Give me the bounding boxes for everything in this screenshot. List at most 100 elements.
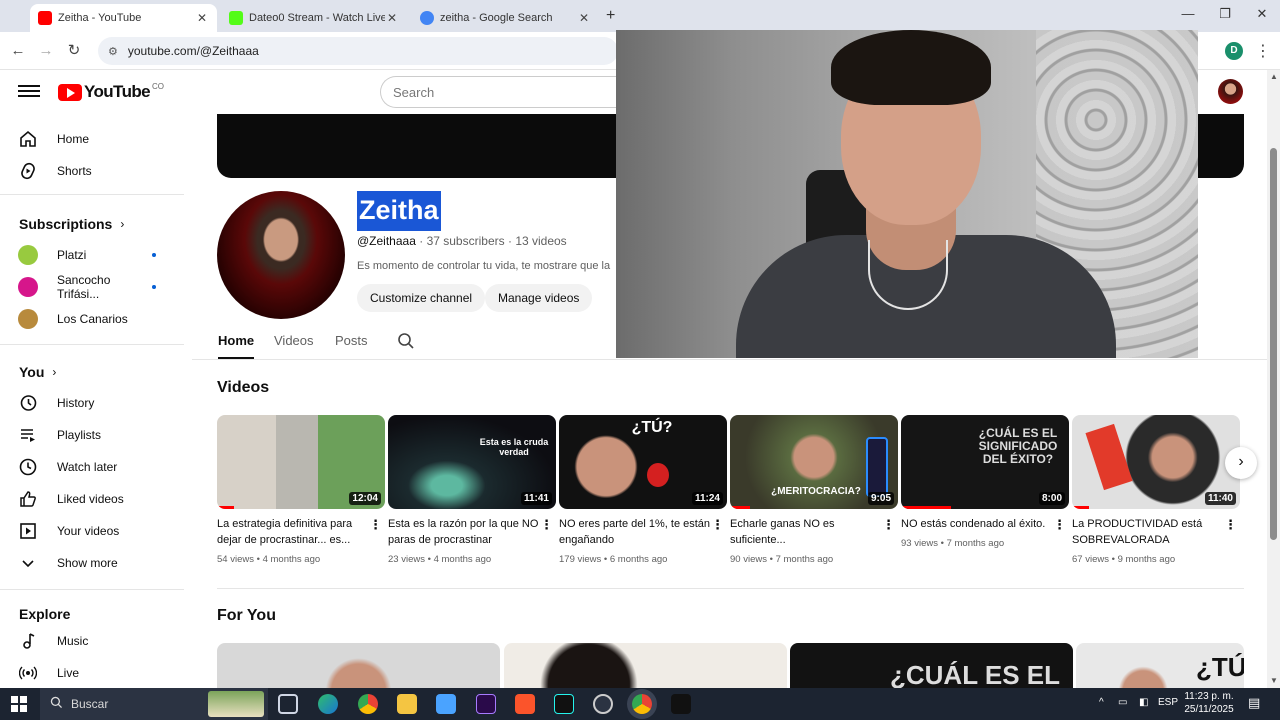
manage-videos-button[interactable]: Manage videos	[485, 284, 593, 312]
carousel-next-icon[interactable]: ›	[1225, 447, 1257, 479]
sidebar-item-liked-videos[interactable]: Liked videos	[0, 483, 180, 515]
taskbar-clock[interactable]: 11:23 p. m. 25/11/2025	[1180, 690, 1238, 716]
sidebar-item-music[interactable]: Music	[0, 625, 180, 657]
new-tab-button[interactable]: +	[606, 7, 615, 25]
video-card[interactable]: 12:04 La estrategia definitiva para deja…	[217, 415, 385, 565]
windows-start-icon[interactable]	[11, 696, 27, 712]
video-thumbnail[interactable]: Esta es la cruda verdad 11:41	[388, 415, 556, 509]
close-tab-icon[interactable]: ✕	[195, 11, 209, 25]
more-options-icon[interactable]: ⋮	[540, 517, 553, 533]
browser-profile-avatar[interactable]: D	[1225, 42, 1243, 60]
video-meta: 93 views • 7 months ago	[901, 538, 1069, 549]
video-title[interactable]: Esta es la razón por la que NO paras de …	[388, 516, 540, 548]
address-bar[interactable]: ⚙ youtube.com/@Zeithaaa	[98, 37, 618, 65]
video-title[interactable]: La PRODUCTIVIDAD está SOBREVALORADA	[1072, 516, 1224, 548]
after-effects-icon[interactable]	[476, 694, 496, 714]
sidebar-item-your-videos[interactable]: Your videos	[0, 515, 180, 547]
sidebar-item-platzi[interactable]: Platzi	[0, 239, 180, 271]
video-title[interactable]: NO eres parte del 1%, te están engañando	[559, 516, 711, 548]
close-tab-icon[interactable]: ✕	[385, 11, 399, 25]
sidebar-item-playlists[interactable]: Playlists	[0, 419, 180, 451]
file-explorer-icon[interactable]	[397, 694, 417, 714]
browser-menu-icon[interactable]: ⋮	[1255, 41, 1271, 61]
search-input[interactable]: Search	[380, 76, 620, 108]
video-title[interactable]: La estrategia definitiva para dejar de p…	[217, 516, 369, 548]
channel-search-icon[interactable]	[397, 332, 415, 355]
more-options-icon[interactable]: ⋮	[369, 517, 382, 533]
more-options-icon[interactable]: ⋮	[1053, 517, 1066, 533]
network-icon[interactable]: ▭	[1118, 697, 1127, 708]
kick-favicon-icon	[229, 11, 243, 25]
back-arrow-icon[interactable]: ←	[8, 41, 28, 61]
for-you-thumbnail[interactable]	[504, 643, 787, 688]
chrome-active-icon[interactable]	[632, 694, 652, 714]
tiktok-icon[interactable]	[554, 694, 574, 714]
site-info-icon[interactable]: ⚙	[108, 45, 118, 58]
account-avatar[interactable]	[1218, 79, 1243, 104]
video-card[interactable]: ¿CUÁL ES EL SIGNIFICADO DEL ÉXITO? 8:00 …	[901, 415, 1069, 549]
tab-videos[interactable]: Videos	[274, 333, 314, 348]
reload-icon[interactable]: ↻	[64, 41, 84, 61]
brave-icon[interactable]	[515, 694, 535, 714]
close-window-icon[interactable]: ✕	[1247, 6, 1277, 22]
browser-tab-youtube[interactable]: Zeitha - YouTube ✕	[30, 4, 217, 32]
clock-date: 25/11/2025	[1184, 704, 1234, 715]
hamburger-menu-icon[interactable]	[18, 82, 40, 102]
sidebar-item-home[interactable]: Home	[0, 123, 180, 155]
video-thumbnail[interactable]: ¿CUÁL ES EL SIGNIFICADO DEL ÉXITO? 8:00	[901, 415, 1069, 509]
floating-video-player[interactable]	[616, 30, 1198, 358]
show-hidden-icons-icon[interactable]: ^	[1099, 697, 1104, 708]
video-thumbnail[interactable]: ¿MERITOCRACIA? 9:05	[730, 415, 898, 509]
sidebar-item-watch-later[interactable]: Watch later	[0, 451, 180, 483]
scrollbar-thumb[interactable]	[1270, 148, 1277, 540]
minimize-window-icon[interactable]: —	[1173, 6, 1203, 21]
video-card[interactable]: ¿TÚ? 11:24 NO eres parte del 1%, te está…	[559, 415, 727, 565]
video-thumbnail[interactable]: 11:40	[1072, 415, 1240, 509]
for-you-thumbnail[interactable]	[217, 643, 500, 688]
youtube-logo[interactable]: YouTube CO	[58, 82, 164, 102]
scroll-down-icon[interactable]: ▼	[1270, 676, 1278, 685]
sidebar-item-los-canarios[interactable]: Los Canarios	[0, 303, 180, 335]
you-heading[interactable]: You ›	[19, 364, 56, 380]
maximize-window-icon[interactable]: ❐	[1210, 6, 1240, 22]
sidebar-item-shorts[interactable]: Shorts	[0, 155, 180, 187]
sidebar-item-show-more[interactable]: Show more	[0, 547, 180, 579]
tab-posts[interactable]: Posts	[335, 333, 368, 348]
page-scrollbar[interactable]: ▲ ▼	[1267, 70, 1280, 688]
browser-tab-kick[interactable]: Dateo0 Stream - Watch Live on ✕	[221, 4, 407, 32]
sidebar-item-sancocho[interactable]: Sancocho Trifási...	[0, 271, 180, 303]
video-thumbnail[interactable]: ¿TÚ? 11:24	[559, 415, 727, 509]
browser-tab-google[interactable]: zeitha - Google Search ✕	[412, 4, 599, 32]
app-icon[interactable]	[436, 694, 456, 714]
customize-channel-button[interactable]: Customize channel	[357, 284, 486, 312]
more-options-icon[interactable]: ⋮	[711, 517, 724, 533]
forward-arrow-icon[interactable]: →	[36, 41, 56, 61]
subscriptions-heading[interactable]: Subscriptions ›	[19, 216, 124, 232]
video-card[interactable]: ¿MERITOCRACIA? 9:05 Echarle ganas NO es …	[730, 415, 898, 565]
close-tab-icon[interactable]: ✕	[577, 11, 591, 25]
more-options-icon[interactable]: ⋮	[1224, 517, 1237, 533]
video-thumbnail[interactable]: 12:04	[217, 415, 385, 509]
sidebar-item-live[interactable]: Live	[0, 657, 180, 688]
language-indicator[interactable]: ESP	[1158, 697, 1178, 708]
video-title[interactable]: Echarle ganas NO es suficiente...	[730, 516, 882, 548]
more-options-icon[interactable]: ⋮	[882, 517, 895, 533]
obs-icon[interactable]	[593, 694, 613, 714]
audio-app-icon[interactable]	[671, 694, 691, 714]
taskbar-search-input[interactable]: Buscar	[40, 688, 268, 720]
channel-avatar[interactable]	[217, 191, 345, 319]
for-you-thumbnail[interactable]: ¿TÚ	[1076, 643, 1244, 688]
video-title[interactable]: NO estás condenado al éxito.	[901, 516, 1053, 532]
video-card[interactable]: Esta es la cruda verdad 11:41 Esta es la…	[388, 415, 556, 565]
edge-icon[interactable]	[318, 694, 338, 714]
sidebar-item-history[interactable]: History	[0, 387, 180, 419]
task-view-icon[interactable]	[278, 694, 298, 714]
video-card[interactable]: 11:40 La PRODUCTIVIDAD está SOBREVALORAD…	[1072, 415, 1240, 565]
notifications-icon[interactable]: ▤	[1248, 695, 1260, 711]
channel-description[interactable]: Es momento de controlar tu vida, te most…	[357, 260, 610, 272]
for-you-thumbnail[interactable]: ¿CUÁL ES EL	[790, 643, 1073, 688]
tab-home[interactable]: Home	[218, 333, 254, 348]
volume-icon[interactable]: ◧	[1139, 697, 1148, 708]
chrome-icon[interactable]	[358, 694, 378, 714]
scroll-up-icon[interactable]: ▲	[1270, 72, 1278, 81]
